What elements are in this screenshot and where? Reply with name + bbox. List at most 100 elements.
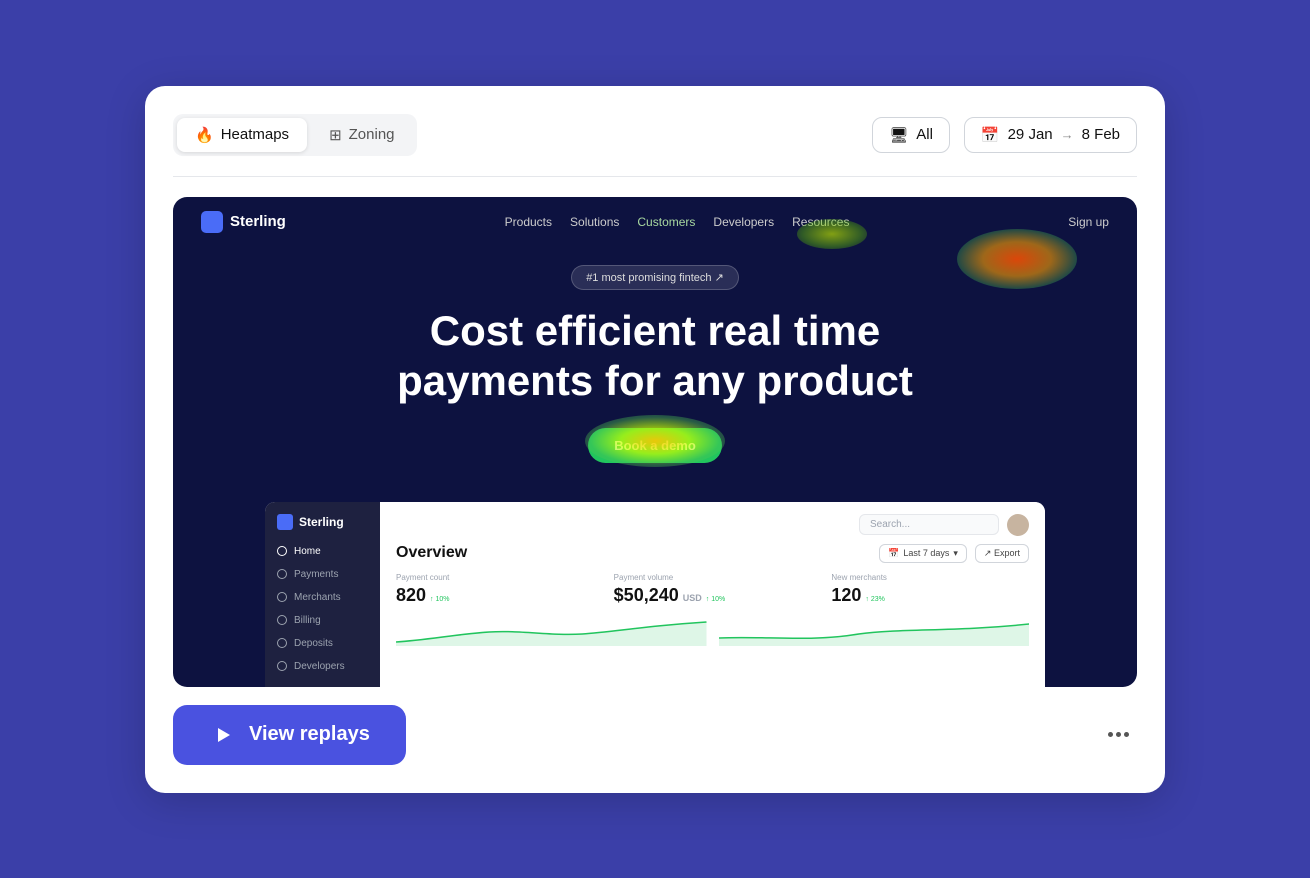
nav-products: Products [505,215,552,229]
nav-customers: Customers [637,215,695,229]
device-label: All [916,126,933,143]
sidebar-item-merchants[interactable]: Merchants [265,586,380,609]
dashboard-metrics: Payment count 820 ↑ 10% Payment volume $… [396,573,1029,606]
date-filter-button[interactable]: 📅 29 Jan → 8 Feb [964,117,1137,153]
sidebar-developers-label: Developers [294,661,345,672]
nav-developers: Developers [713,215,774,229]
nav-actions: Sign up [1068,215,1109,229]
site-nav: Sterling Products Solutions Customers De… [173,197,1137,247]
dashboard-overview-title: Overview [396,544,467,562]
grid-icon: ⊞ [329,126,342,144]
dashboard-container: Sterling Home Payments Merchants Billing [265,502,1045,687]
date-to: 8 Feb [1082,126,1120,143]
dashboard-logo-icon [277,514,293,530]
hero-title: Cost efficient real time payments for an… [213,306,1097,407]
date-from: 29 Jan [1008,126,1053,143]
metric-new-merchants: New merchants 120 ↑ 23% [831,573,1029,606]
dashboard-topbar: Search... [396,514,1029,536]
sidebar-item-deposits[interactable]: Deposits [265,632,380,655]
calendar-icon: 📅 [981,126,1000,144]
site-hero: #1 most promising fintech ↗ Cost efficie… [173,247,1137,476]
deposits-icon [277,638,287,648]
sterling-logo-icon [201,211,223,233]
more-dot-1 [1108,732,1113,737]
payment-count-badge: ↑ 10% [430,596,449,603]
more-dot-2 [1116,732,1121,737]
hero-cta-wrapper: Book a demo [588,428,722,463]
dashboard-charts [396,614,1029,646]
billing-icon [277,615,287,625]
site-logo: Sterling [201,211,286,233]
more-options-button[interactable] [1100,724,1137,745]
bottom-bar: View replays [173,705,1137,765]
sidebar-item-developers[interactable]: Developers [265,655,380,678]
developers-icon [277,661,287,671]
sidebar-item-billing[interactable]: Billing [265,609,380,632]
hero-badge-text: #1 most promising fintech ↗ [586,271,724,284]
tab-zoning[interactable]: ⊞ Zoning [311,118,412,152]
device-filter-button[interactable]: 🖥 All [872,117,950,153]
dashboard-export-button[interactable]: ↗ Export [975,544,1029,563]
toolbar: 🔥 Heatmaps ⊞ Zoning 🖥 All 📅 29 Jan → 8 F… [173,114,1137,156]
monitor-icon: 🖥 [889,126,908,144]
view-replays-button[interactable]: View replays [173,705,406,765]
sidebar-item-payments[interactable]: Payments [265,563,380,586]
metric-payment-volume-value: $50,240 USD ↑ 10% [614,585,812,606]
sidebar-billing-label: Billing [294,615,321,626]
nav-links: Products Solutions Customers Developers … [505,215,850,229]
dashboard-sidebar-logo: Sterling [265,514,380,540]
merchants-icon [277,592,287,602]
metric-payment-count-value: 820 ↑ 10% [396,585,594,606]
hero-cta-button[interactable]: Book a demo [588,428,722,463]
tab-zoning-label: Zoning [349,126,395,143]
merchants-number: 120 [831,585,861,606]
payment-count-number: 820 [396,585,426,606]
metric-payment-volume-label: Payment volume [614,573,812,582]
sidebar-home-label: Home [294,546,321,557]
more-dot-3 [1124,732,1129,737]
nav-signup: Sign up [1068,215,1109,229]
dashboard-main: Search... Overview 📅 Last 7 days ▾ ↗ Exp [380,502,1045,687]
sidebar-payments-label: Payments [294,569,338,580]
export-label: Export [994,548,1020,558]
dashboard-overview-header: Overview 📅 Last 7 days ▾ ↗ Export [396,544,1029,563]
dashboard-avatar [1007,514,1029,536]
nav-resources: Resources [792,215,849,229]
chevron-down-icon: ▾ [953,548,958,559]
payment-volume-badge: ↑ 10% [706,596,725,603]
payment-volume-currency: USD [683,593,702,603]
metric-payment-count: Payment count 820 ↑ 10% [396,573,594,606]
payments-icon [277,569,287,579]
export-icon: ↗ [984,548,992,558]
flame-icon: 🔥 [195,126,214,144]
dashboard-logo-text: Sterling [299,515,344,529]
tab-heatmaps[interactable]: 🔥 Heatmaps [177,118,307,152]
dashboard-date-label: Last 7 days [903,548,949,558]
metric-payment-count-label: Payment count [396,573,594,582]
chart-1 [396,614,707,646]
hero-badge: #1 most promising fintech ↗ [571,265,739,290]
sidebar-deposits-label: Deposits [294,638,333,649]
sidebar-merchants-label: Merchants [294,592,341,603]
payment-volume-number: $50,240 [614,585,679,606]
chart-2 [719,614,1030,646]
metric-new-merchants-value: 120 ↑ 23% [831,585,1029,606]
dashboard-date-filter[interactable]: 📅 Last 7 days ▾ [879,544,967,563]
dashboard-sidebar: Sterling Home Payments Merchants Billing [265,502,380,687]
dashboard-search: Search... [859,514,999,535]
hero-title-line1: Cost efficient real time [430,307,880,354]
date-arrow: → [1061,127,1074,142]
dashboard-controls: 📅 Last 7 days ▾ ↗ Export [879,544,1029,563]
main-card: 🔥 Heatmaps ⊞ Zoning 🖥 All 📅 29 Jan → 8 F… [145,86,1165,793]
heatmap-preview: Sterling Products Solutions Customers De… [173,197,1137,687]
view-replays-label: View replays [249,723,370,746]
sidebar-item-home[interactable]: Home [265,540,380,563]
metric-new-merchants-label: New merchants [831,573,1029,582]
metric-payment-volume: Payment volume $50,240 USD ↑ 10% [614,573,812,606]
tab-heatmaps-label: Heatmaps [221,126,289,143]
divider [173,176,1137,177]
toolbar-right: 🖥 All 📅 29 Jan → 8 Feb [872,117,1137,153]
play-icon [209,721,237,749]
merchants-badge: ↑ 23% [865,596,884,603]
nav-solutions: Solutions [570,215,619,229]
